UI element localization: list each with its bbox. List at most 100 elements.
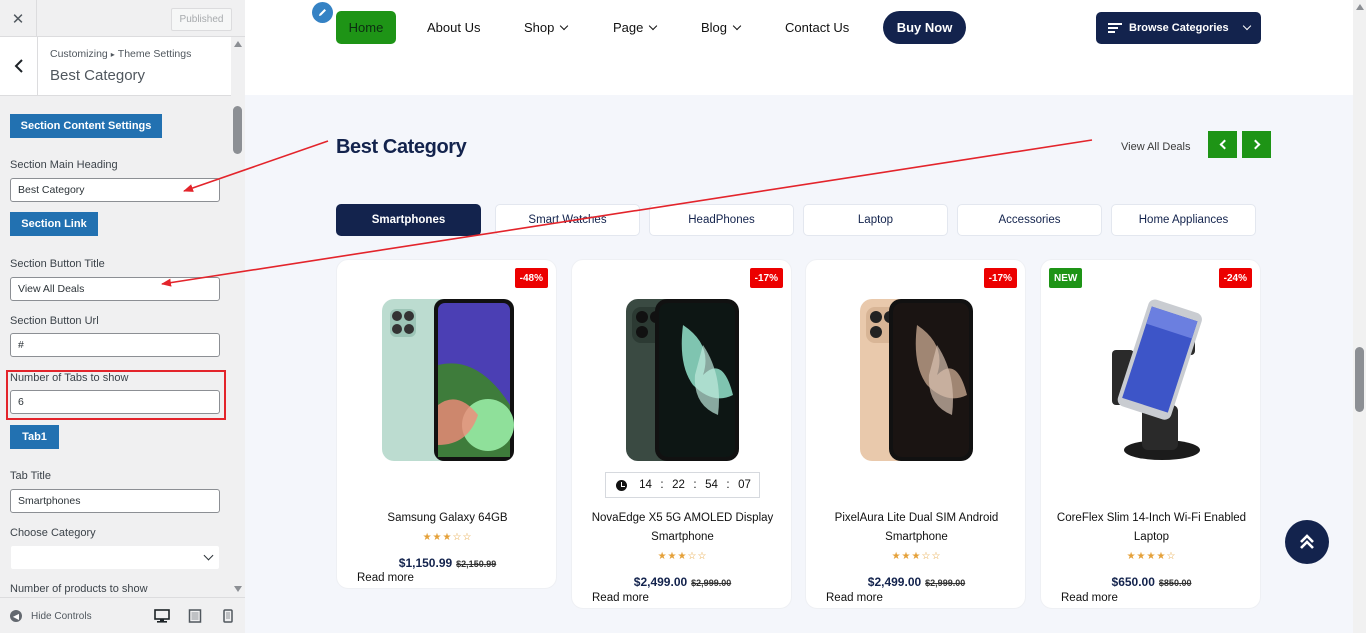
section-content-settings-button[interactable]: Section Content Settings	[10, 114, 162, 138]
sale-price: $1,150.99	[398, 556, 453, 570]
countdown-timer: 14 : 22 : 54 : 07	[605, 472, 760, 498]
tab-accessories[interactable]: Accessories	[957, 204, 1102, 236]
buy-now-button[interactable]: Buy Now	[883, 11, 966, 44]
timer-fraction: 07	[738, 479, 751, 491]
nav-about-label: About Us	[427, 20, 481, 35]
double-chevron-up-icon	[1300, 534, 1314, 549]
product-name[interactable]: CoreFlex Slim 14-Inch Wi-Fi Enabled Lapt…	[1051, 509, 1252, 547]
section-heading: Best Category	[336, 136, 467, 158]
nav-shop-label: Shop	[524, 20, 555, 35]
hide-controls-label: Hide Controls	[31, 610, 92, 622]
timer-hours: 14	[639, 479, 652, 491]
read-more-link[interactable]: Read more	[826, 592, 883, 604]
close-customizer-button[interactable]: ✕	[0, 0, 37, 37]
chevron-left-icon	[14, 59, 23, 73]
desktop-preview-button[interactable]	[153, 607, 171, 625]
choose-category-select[interactable]	[10, 545, 220, 570]
breadcrumb-parent: Theme Settings	[117, 48, 192, 60]
preview-scrollbar[interactable]	[1353, 0, 1366, 633]
rating-stars: ★★★☆☆	[891, 551, 942, 562]
product-price: $1,150.99 $2,150.99	[337, 554, 558, 572]
clock-icon	[616, 479, 627, 491]
chevron-down-icon	[1242, 21, 1252, 31]
button-title-field[interactable]: View All Deals	[10, 277, 220, 301]
carousel-prev-button[interactable]	[1208, 131, 1237, 158]
product-card[interactable]: -17% 14 : 22: 54: 07 NovaEdge X5 5G AM…	[571, 259, 792, 609]
read-more-link[interactable]: Read more	[357, 572, 414, 584]
scroll-down-icon[interactable]	[234, 586, 242, 592]
tabs-count-field[interactable]: 6	[10, 390, 220, 414]
carousel-next-button[interactable]	[1242, 131, 1271, 158]
hide-controls-button[interactable]: ◀ Hide Controls	[10, 610, 92, 622]
product-card[interactable]: -17% PixelAura Lite Dual SIM Android Sma…	[805, 259, 1026, 609]
mobile-preview-button[interactable]	[219, 607, 237, 625]
nav-about-us[interactable]: About Us	[427, 11, 480, 44]
tab-smartphones[interactable]: Smartphones	[336, 204, 481, 236]
product-image[interactable]	[806, 290, 1027, 470]
scrollbar-thumb[interactable]	[1355, 347, 1364, 412]
phone-image	[859, 299, 973, 461]
nav-blog[interactable]: Blog	[701, 11, 742, 44]
tab1-button[interactable]: Tab1	[10, 425, 59, 449]
product-image[interactable]	[572, 290, 793, 470]
tab-smart-watches[interactable]: Smart Watches	[495, 204, 640, 236]
nav-home[interactable]: Home	[336, 11, 396, 44]
panel-title: Best Category	[50, 67, 146, 84]
view-all-deals-link[interactable]: View All Deals	[1121, 141, 1191, 153]
product-name[interactable]: PixelAura Lite Dual SIM Android Smartpho…	[816, 509, 1017, 547]
sale-price: $2,499.00	[633, 575, 688, 589]
close-icon: ✕	[11, 10, 25, 28]
browse-categories-button[interactable]: Browse Categories	[1096, 12, 1261, 44]
rating-stars: ★★★☆☆	[422, 532, 473, 543]
product-card[interactable]: -48% Samsung Galaxy 64GB ★★★☆☆ $1,150.99…	[336, 259, 557, 589]
panel-scrollbar[interactable]	[231, 37, 245, 597]
tablet-icon	[188, 609, 202, 623]
edit-shortcut-button[interactable]	[312, 2, 333, 23]
scroll-up-icon[interactable]	[1356, 4, 1364, 10]
timer-separator: :	[693, 479, 697, 491]
site-navbar: Home About Us Shop Page Blog Contact Us …	[245, 0, 1353, 95]
original-price: $2,999.00	[925, 578, 966, 588]
tablet-preview-button[interactable]	[186, 607, 204, 625]
read-more-link[interactable]: Read more	[1061, 592, 1118, 604]
product-price: $650.00 $850.00	[1041, 573, 1262, 591]
product-image[interactable]	[337, 290, 558, 470]
product-image[interactable]	[1041, 290, 1262, 470]
customizer-panel: ✕ Published Customizing ▸ Theme Settings B…	[0, 0, 245, 633]
rating-stars: ★★★★☆	[1126, 551, 1177, 562]
button-url-field[interactable]: #	[10, 333, 220, 357]
chevron-down-icon	[732, 21, 742, 31]
tab-title-field[interactable]: Smartphones	[10, 489, 220, 513]
back-button[interactable]	[0, 37, 38, 95]
discount-badge: -17%	[983, 268, 1017, 288]
breadcrumb: Customizing ▸ Theme Settings	[50, 48, 191, 60]
product-card[interactable]: NEW -24% CoreFlex Slim 14-Inch Wi-Fi Ena…	[1040, 259, 1261, 609]
nav-home-label: Home	[348, 20, 384, 35]
products-count-label: Number of products to show	[10, 583, 148, 595]
section-link-button[interactable]: Section Link	[10, 212, 98, 236]
main-heading-field[interactable]: Best Category	[10, 178, 220, 202]
product-name[interactable]: NovaEdge X5 5G AMOLED Display Smartphone	[582, 509, 783, 547]
discount-badge: -24%	[1218, 268, 1252, 288]
nav-shop[interactable]: Shop	[524, 11, 569, 44]
scroll-up-icon[interactable]	[234, 41, 242, 47]
tab-home-appliances[interactable]: Home Appliances	[1111, 204, 1256, 236]
nav-contact-us[interactable]: Contact Us	[785, 11, 849, 44]
tab-headphones[interactable]: HeadPhones	[649, 204, 794, 236]
best-category-section: Best Category View All Deals Smartphones…	[245, 95, 1353, 633]
breadcrumb-separator: ▸	[110, 50, 115, 59]
read-more-link[interactable]: Read more	[592, 592, 649, 604]
original-price: $2,150.99	[456, 559, 497, 569]
scrollbar-thumb[interactable]	[233, 106, 242, 154]
product-price: $2,499.00 $2,999.00	[806, 573, 1027, 591]
published-button[interactable]: Published	[171, 8, 232, 31]
tabs-count-label: Number of Tabs to show	[10, 372, 129, 384]
chevron-down-icon	[203, 550, 214, 561]
product-name[interactable]: Samsung Galaxy 64GB	[347, 509, 548, 528]
phone-image	[625, 299, 739, 461]
desktop-icon	[154, 609, 170, 623]
scroll-to-top-button[interactable]	[1285, 520, 1329, 564]
tab-title-label: Tab Title	[10, 470, 51, 482]
nav-page[interactable]: Page	[613, 11, 658, 44]
tab-laptop[interactable]: Laptop	[803, 204, 948, 236]
